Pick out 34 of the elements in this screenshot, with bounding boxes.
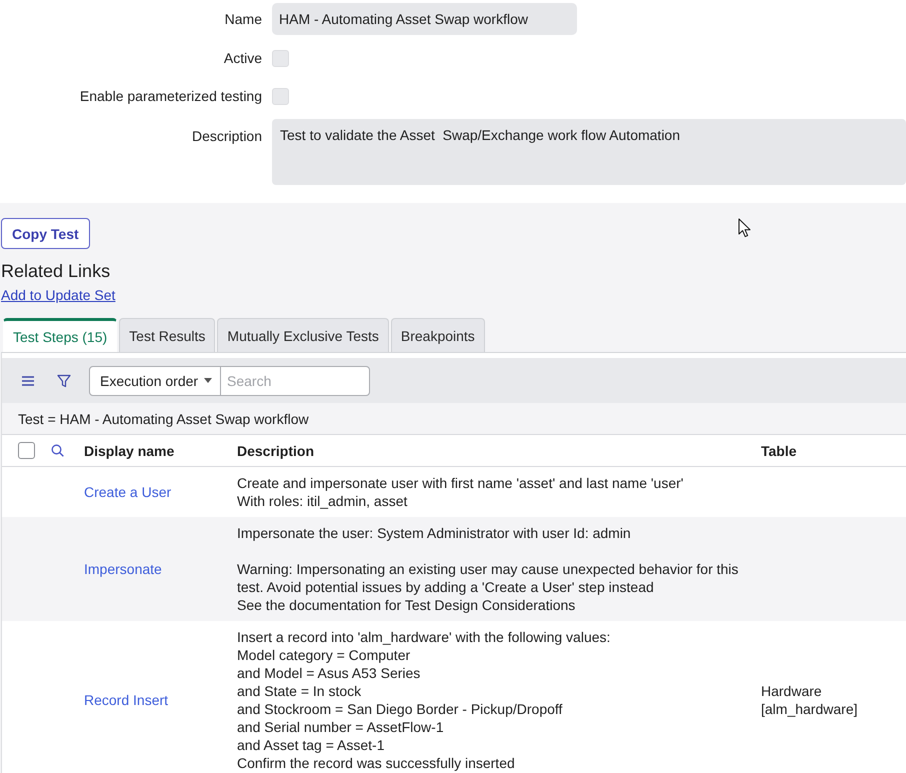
column-header[interactable]: Description — [237, 442, 761, 458]
checkbox[interactable] — [272, 88, 289, 104]
tab[interactable]: Test Steps (15) — [3, 318, 118, 352]
search-field[interactable]: Search — [221, 366, 370, 396]
sort-select[interactable]: Execution order — [89, 366, 221, 396]
filter-breadcrumb[interactable]: Test = HAM - Automating Asset Swap workflow — [18, 410, 309, 426]
section-heading: Related Links — [1, 261, 110, 281]
menu-icon[interactable] — [21, 374, 35, 388]
field-label: Name — [224, 10, 262, 28]
description-cell-text: Create and impersonate user with first name 'asset' and last name 'user' With roles: itil_admin, asset — [237, 474, 684, 511]
search-icon[interactable] — [51, 444, 64, 457]
column-header[interactable]: Display name — [84, 442, 237, 458]
copy-test-button[interactable]: Copy Test — [1, 218, 90, 249]
field-label: Active — [224, 49, 262, 67]
select-all-checkbox[interactable] — [18, 442, 35, 459]
name-field[interactable]: HAM - Automating Asset Swap workflow — [272, 3, 577, 35]
tab[interactable]: Test Results — [119, 318, 216, 352]
caret-icon — [204, 378, 212, 383]
filter-icon[interactable] — [57, 374, 71, 388]
field-label: Description — [192, 127, 262, 145]
description-cell-text: Impersonate the user: System Administrator with user Id: admin Warning: Impersonating an existing user may cause unexpected behavior for this test. Avoid potential issues by adding a 'Create a User' step instead See the documentation for Test Design Considerations — [237, 524, 740, 615]
description-cell-text: Insert a record into 'alm_hardware' with the following values: Model category = Computer and Model = Asus A53 Series and State = In stock and Stockroom = San Diego Border - Pickup/Dropoff and Serial number = AssetFlow-1 and Asset tag = Asset-1 Confirm the record was successfully inserted — [237, 628, 612, 773]
mouse-pointer-icon — [738, 218, 752, 238]
table-cell-text: Hardware [alm_hardware] — [761, 682, 858, 718]
tab[interactable]: Mutually Exclusive Tests — [217, 318, 389, 352]
display-name-link[interactable]: Create a User — [84, 484, 237, 500]
checkbox[interactable] — [272, 50, 289, 66]
tab[interactable]: Breakpoints — [390, 318, 485, 352]
column-header[interactable]: Table — [761, 442, 906, 458]
description-field[interactable]: Test to validate the Asset Swap/Exchange work flow Automation — [272, 119, 906, 185]
related-link[interactable]: Add to Update Set — [1, 286, 116, 304]
display-name-link[interactable]: Impersonate — [84, 561, 237, 577]
field-label: Enable parameterized testing — [80, 87, 262, 105]
display-name-link[interactable]: Record Insert — [84, 692, 237, 708]
